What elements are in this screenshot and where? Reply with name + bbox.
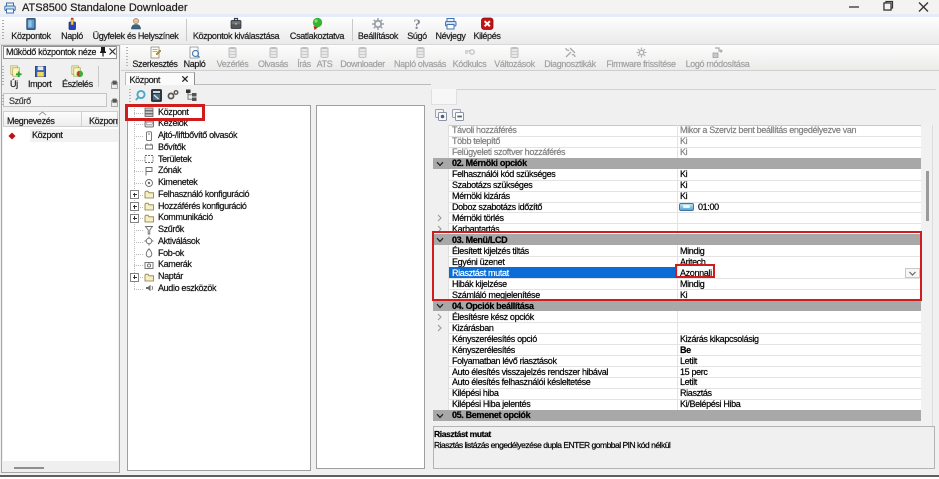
svg-text:?: ? [413,17,420,31]
